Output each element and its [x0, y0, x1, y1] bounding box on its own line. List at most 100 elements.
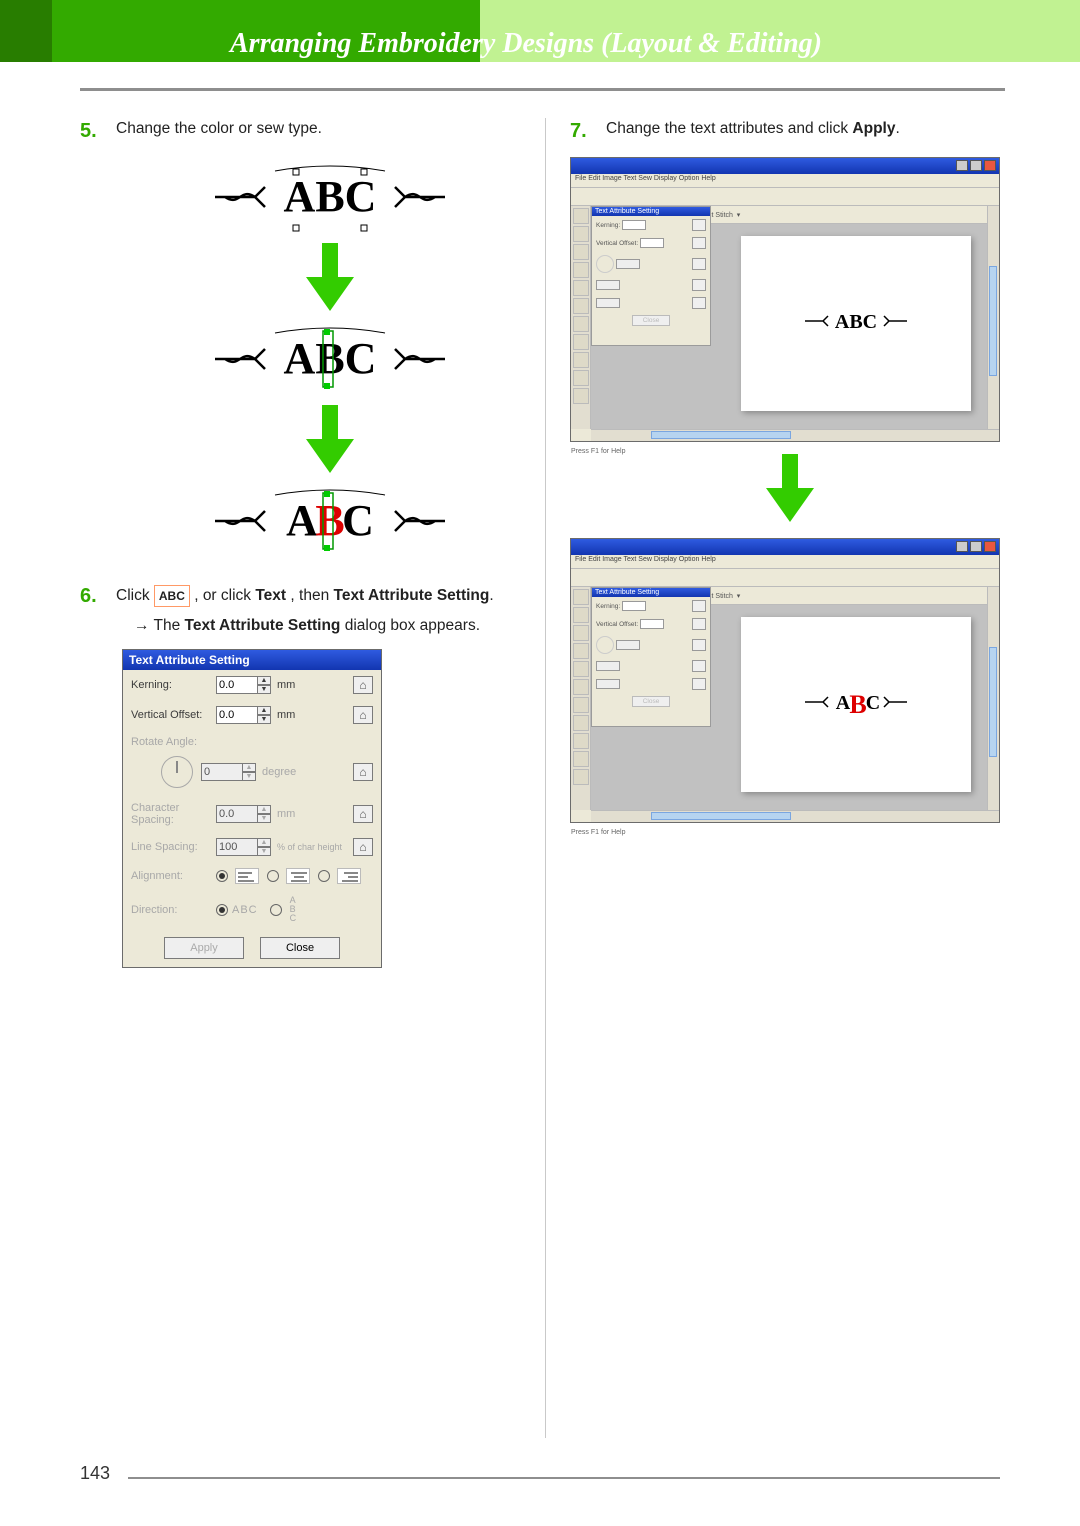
titlebar	[571, 539, 999, 555]
voffset-input[interactable]	[216, 706, 258, 724]
arrow-down-icon	[302, 405, 358, 475]
field[interactable]	[640, 238, 664, 248]
motif-stage-2: ABC	[205, 319, 455, 399]
tool-icon[interactable]	[573, 280, 589, 296]
linesp-spinner: ▲▼	[257, 838, 271, 856]
svg-text:B: B	[849, 690, 866, 719]
reset-icon[interactable]	[692, 600, 706, 612]
dir-horiz-radio	[216, 904, 228, 916]
tool-icon[interactable]	[573, 697, 589, 713]
reset-icon[interactable]	[692, 618, 706, 630]
tool-icon[interactable]	[573, 244, 589, 260]
window-buttons	[956, 541, 996, 552]
titlebar	[571, 158, 999, 174]
text: dialog box appears.	[340, 617, 480, 634]
panel-buttons: Close	[592, 693, 710, 710]
tool-icon[interactable]	[573, 679, 589, 695]
scrollbar-horizontal[interactable]	[591, 429, 999, 441]
scroll-thumb[interactable]	[651, 812, 791, 820]
reset-icon	[692, 297, 706, 309]
reset-icon	[692, 678, 706, 690]
field[interactable]	[622, 220, 646, 230]
mini-motif-after: A B C	[801, 683, 911, 726]
row-rotate-controls: ▲▼ degree	[123, 754, 381, 796]
unit: mm	[277, 808, 295, 820]
scroll-thumb[interactable]	[989, 266, 997, 376]
scroll-thumb[interactable]	[651, 431, 791, 439]
step-5-text: Change the color or sew type.	[116, 120, 520, 143]
motif-sequence: ABC ABC	[140, 157, 520, 561]
tool-icon[interactable]	[573, 208, 589, 224]
tool-icon[interactable]	[573, 769, 589, 785]
reset-icon[interactable]	[353, 706, 373, 724]
side-toolbar	[571, 206, 591, 429]
field[interactable]	[640, 619, 664, 629]
tool-icon[interactable]	[573, 643, 589, 659]
scrollbar-vertical[interactable]	[987, 587, 999, 810]
align-center-icon	[286, 868, 310, 884]
tool-icon[interactable]	[573, 388, 589, 404]
tool-icon[interactable]	[573, 262, 589, 278]
tool-icon[interactable]	[573, 751, 589, 767]
panel-row-disabled	[592, 294, 710, 312]
kerning-input[interactable]	[216, 676, 258, 694]
row-rotate: Rotate Angle:	[123, 730, 381, 754]
label-linesp: Line Spacing:	[131, 841, 216, 853]
abc-toolbar-icon: ABC	[154, 585, 190, 607]
unit: degree	[262, 766, 296, 778]
svg-text:A: A	[286, 496, 318, 545]
tool-icon[interactable]	[573, 370, 589, 386]
close-button[interactable]: Close	[260, 937, 340, 959]
label: Vertical Offset:	[596, 621, 638, 628]
apply-button: Apply	[164, 937, 244, 959]
unit: mm	[277, 709, 295, 721]
scrollbar-vertical[interactable]	[987, 206, 999, 429]
tool-icon[interactable]	[573, 589, 589, 605]
tool-icon[interactable]	[573, 733, 589, 749]
tool-icon[interactable]	[573, 715, 589, 731]
minimize-icon[interactable]	[956, 541, 968, 552]
dialog-titlebar: Text Attribute Setting	[123, 650, 381, 670]
reset-icon[interactable]	[692, 237, 706, 249]
svg-text:ABC: ABC	[284, 172, 377, 221]
scroll-thumb[interactable]	[989, 647, 997, 757]
step-6-number: 6.	[80, 585, 116, 635]
tool-icon[interactable]	[573, 607, 589, 623]
unit: % of char height	[277, 842, 342, 852]
scrollbar-horizontal[interactable]	[591, 810, 999, 822]
field	[616, 259, 640, 269]
tool-icon[interactable]	[573, 625, 589, 641]
maximize-icon[interactable]	[970, 541, 982, 552]
reset-icon	[353, 763, 373, 781]
align-right-icon	[337, 868, 361, 884]
tool-icon[interactable]	[573, 316, 589, 332]
menubar[interactable]: File Edit Image Text Sew Display Option …	[571, 555, 999, 569]
arrow-down-icon	[302, 243, 358, 313]
tool-icon[interactable]	[573, 298, 589, 314]
window-buttons	[956, 160, 996, 171]
field[interactable]	[622, 601, 646, 611]
text: .	[895, 120, 899, 137]
tool-icon[interactable]	[573, 352, 589, 368]
panel-close-button[interactable]: Close	[632, 696, 671, 707]
reset-icon[interactable]	[692, 219, 706, 231]
row-kerning: Kerning: ▲▼ mm	[123, 670, 381, 700]
kerning-spinner[interactable]: ▲▼	[257, 676, 271, 694]
statusbar: Press F1 for Help	[571, 448, 625, 455]
reset-icon[interactable]	[353, 676, 373, 694]
panel-close-button[interactable]: Close	[632, 315, 671, 326]
voffset-spinner[interactable]: ▲▼	[257, 706, 271, 724]
tool-icon[interactable]	[573, 334, 589, 350]
toolbar-main	[571, 188, 999, 206]
motif-stage-1: ABC	[205, 157, 455, 237]
tool-icon[interactable]	[573, 661, 589, 677]
menubar[interactable]: File Edit Image Text Sew Display Option …	[571, 174, 999, 188]
label-charsp: Character Spacing:	[131, 802, 216, 826]
close-icon[interactable]	[984, 541, 996, 552]
maximize-icon[interactable]	[970, 160, 982, 171]
left-column: 5. Change the color or sew type. ABC	[80, 120, 520, 968]
page-number: 143	[80, 1463, 110, 1484]
minimize-icon[interactable]	[956, 160, 968, 171]
tool-icon[interactable]	[573, 226, 589, 242]
close-icon[interactable]	[984, 160, 996, 171]
